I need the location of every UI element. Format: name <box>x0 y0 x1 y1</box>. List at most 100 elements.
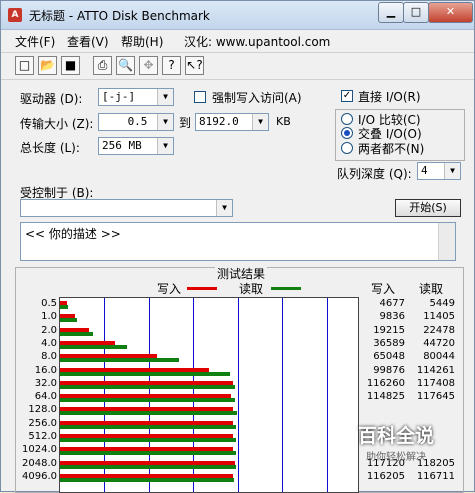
open-icon[interactable]: 📂 <box>38 56 57 75</box>
read-value-cell: 117408 <box>416 377 455 389</box>
neither-label: 两者都不(N) <box>358 142 425 156</box>
write-value-cell: 19215 <box>373 324 405 336</box>
menu-localization[interactable]: 汉化: www.upantool.com <box>184 33 330 50</box>
controlled-by-select[interactable]: ▼ <box>20 199 233 217</box>
menu-help[interactable]: 帮助(H) <box>121 33 163 50</box>
write-value-cell: 114825 <box>366 391 405 403</box>
description-text: << 你的描述 >> <box>25 227 121 241</box>
window-title: 无标题 - ATTO Disk Benchmark <box>29 9 210 23</box>
neither-radio[interactable] <box>341 142 353 154</box>
category-tick-label: 2048.0 <box>22 457 57 469</box>
write-value-cell: 65048 <box>373 351 405 363</box>
read-value-cell: 11405 <box>423 311 455 323</box>
chevron-down-icon: ▼ <box>444 163 460 179</box>
start-button[interactable]: 开始(S) <box>395 199 461 217</box>
category-tick-label: 4.0 <box>41 337 57 349</box>
read-bar <box>60 384 235 389</box>
description-scrollbar[interactable] <box>438 223 455 260</box>
print-icon[interactable]: ⎙ <box>93 56 112 75</box>
chevron-down-icon: ▼ <box>216 200 232 216</box>
app-window: A 无标题 - ATTO Disk Benchmark ▁ □ ✕ 文件(F) … <box>0 0 475 493</box>
read-value-cell: 116711 <box>416 470 455 482</box>
transfer-to-select[interactable]: 8192.0 ▼ <box>195 113 269 131</box>
write-value-cell: 116260 <box>366 377 405 389</box>
results-chart <box>59 297 359 493</box>
read-value-cell: 5449 <box>429 298 455 309</box>
category-tick-label: 256.0 <box>28 417 57 429</box>
print-preview-icon[interactable]: 🔍 <box>116 56 135 75</box>
legend-read-label: 读取 <box>239 282 264 296</box>
drive-select[interactable]: [-j-] ▼ <box>98 88 174 106</box>
watermark-logo: 百科全说 助你轻松解决 <box>357 425 434 463</box>
title-bar[interactable]: A 无标题 - ATTO Disk Benchmark ▁ □ ✕ <box>1 1 474 30</box>
category-tick-label: 1024.0 <box>22 444 57 456</box>
category-tick-label: 32.0 <box>34 377 57 389</box>
category-tick-label: 64.0 <box>34 391 57 403</box>
queue-depth-select[interactable]: 4 ▼ <box>417 162 461 180</box>
move-icon[interactable]: ✥ <box>139 56 158 75</box>
toolbar: □ 📂 ■ ⎙ 🔍 ✥ ? ↖? <box>1 52 474 80</box>
grid-line <box>282 298 283 492</box>
save-icon[interactable]: ■ <box>61 56 80 75</box>
transfer-size-label: 传输大小 (Z): <box>20 117 94 131</box>
read-bar <box>60 371 231 376</box>
transfer-from-select[interactable]: 0.5 ▼ <box>98 113 174 131</box>
chevron-down-icon: ▼ <box>157 138 173 154</box>
legend-read-swatch <box>271 287 301 290</box>
force-write-checkbox[interactable] <box>194 91 206 103</box>
write-value-cell: 116205 <box>366 470 405 482</box>
maximize-button[interactable]: □ <box>403 2 429 23</box>
app-icon: A <box>8 8 22 22</box>
category-tick-label: 1.0 <box>41 311 57 323</box>
help-icon[interactable]: ? <box>162 56 181 75</box>
context-help-icon[interactable]: ↖? <box>185 56 204 75</box>
write-value-cell: 99876 <box>373 364 405 376</box>
category-tick-label: 16.0 <box>34 364 57 376</box>
column-write-header: 写入 <box>371 282 396 296</box>
menu-view[interactable]: 查看(V) <box>67 33 109 50</box>
read-bar <box>60 438 236 442</box>
menu-bar: 文件(F) 查看(V) 帮助(H) 汉化: www.upantool.com <box>1 30 474 50</box>
io-compare-radio[interactable] <box>341 113 353 125</box>
read-value-cell: 80044 <box>423 351 455 363</box>
read-bar <box>60 451 236 456</box>
total-length-label: 总长度 (L): <box>20 141 80 155</box>
description-field[interactable]: << 你的描述 >> <box>20 222 456 261</box>
read-value-cell: 44720 <box>423 337 455 349</box>
direct-io-label: 直接 I/O(R) <box>358 90 421 104</box>
chevron-down-icon: ▼ <box>157 114 173 130</box>
new-icon[interactable]: □ <box>15 56 34 75</box>
legend-write-label: 写入 <box>157 282 182 296</box>
read-bar <box>60 411 238 416</box>
overlap-io-radio[interactable] <box>341 127 353 139</box>
to-label: 到 <box>179 116 192 130</box>
close-button[interactable]: ✕ <box>428 2 473 23</box>
read-bar <box>60 344 127 349</box>
total-length-select[interactable]: 256 MB ▼ <box>98 137 174 155</box>
category-tick-label: 0.5 <box>41 298 57 309</box>
read-bar <box>60 331 94 336</box>
write-value-cell: 4677 <box>379 298 405 309</box>
chevron-down-icon: ▼ <box>157 89 173 105</box>
write-value-cell: 36589 <box>373 337 405 349</box>
column-read-header: 读取 <box>419 282 444 296</box>
read-bar <box>60 464 237 469</box>
read-value-cell: 114261 <box>416 364 455 376</box>
category-tick-label: 4096.0 <box>22 470 57 482</box>
category-tick-label: 512.0 <box>28 431 57 442</box>
read-value-cell: 22478 <box>423 324 455 336</box>
category-tick-label: 128.0 <box>28 404 57 416</box>
unit-label: KB <box>276 115 291 128</box>
minimize-button[interactable]: ▁ <box>378 2 404 23</box>
read-value-cell: 117645 <box>416 391 455 403</box>
force-write-label: 强制写入访问(A) <box>212 91 302 105</box>
category-tick-label: 2.0 <box>41 324 57 336</box>
legend-write-swatch <box>187 287 217 290</box>
queue-depth-label: 队列深度 (Q): <box>337 167 412 181</box>
read-bar <box>60 305 69 309</box>
drive-label: 驱动器 (D): <box>20 92 83 106</box>
read-bar <box>60 318 77 323</box>
direct-io-checkbox[interactable]: ✓ <box>341 90 353 102</box>
menu-file[interactable]: 文件(F) <box>15 33 55 50</box>
read-bar <box>60 358 180 363</box>
